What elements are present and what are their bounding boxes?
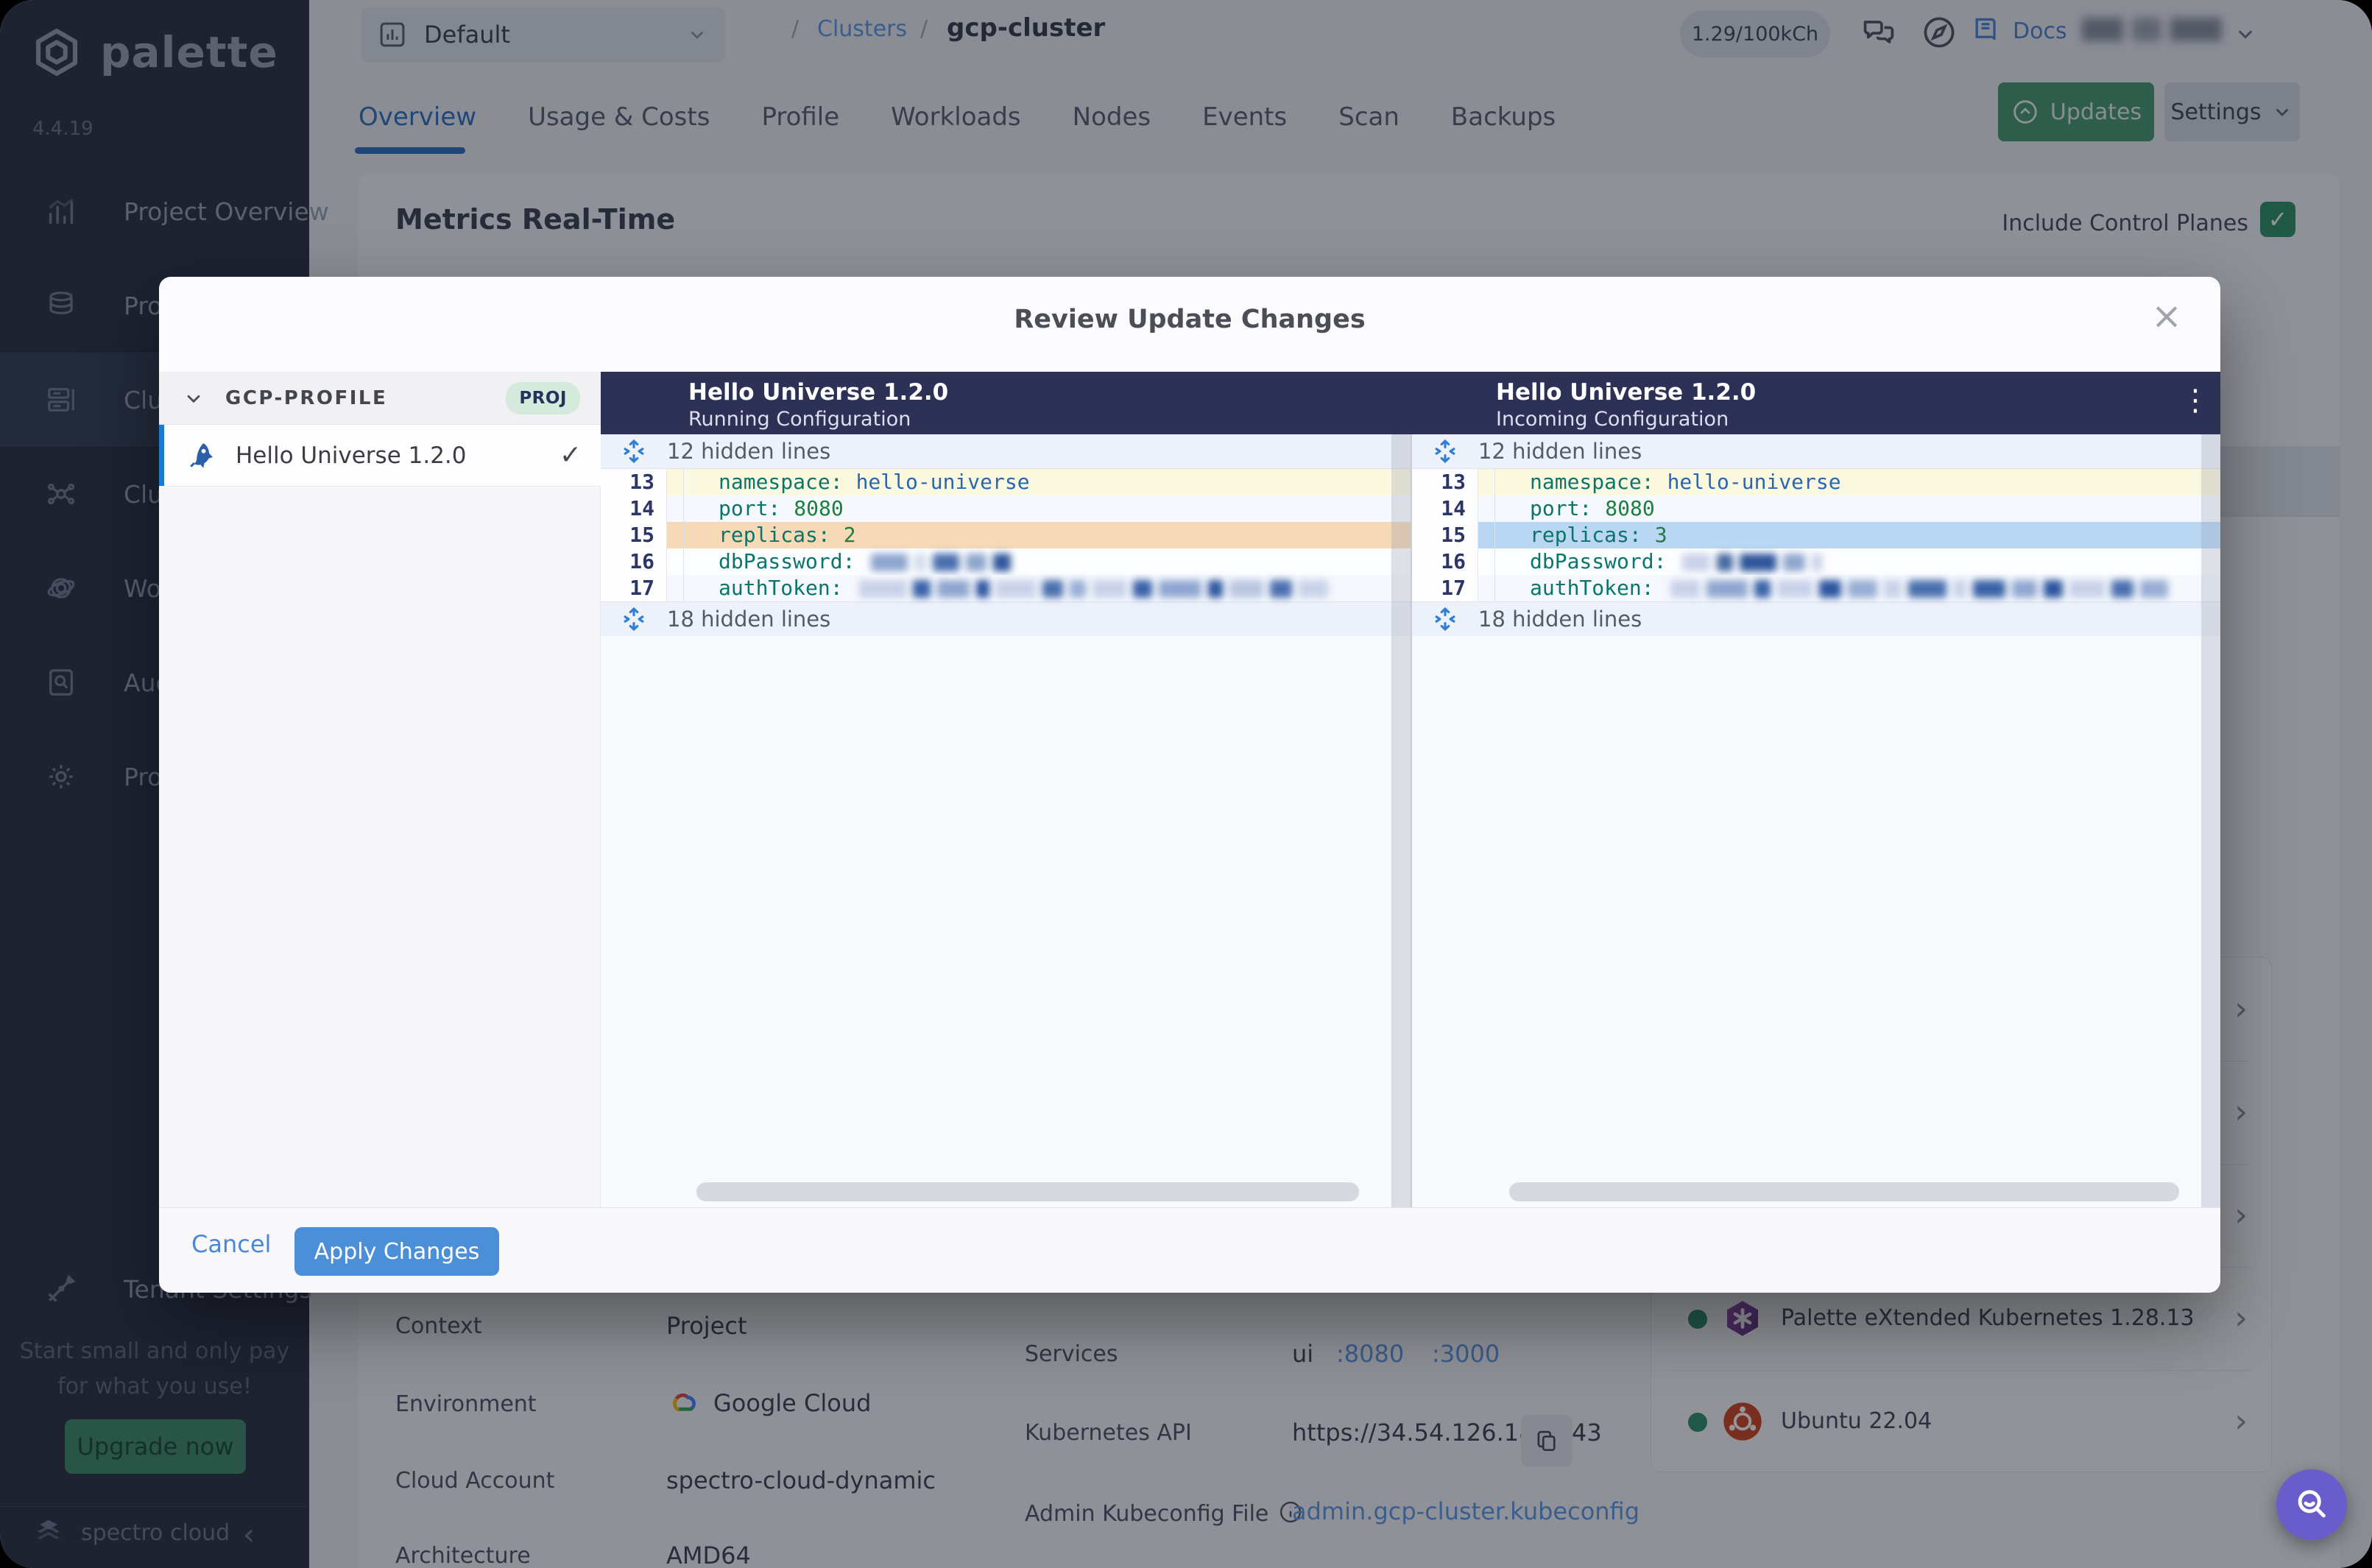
vertical-scrollbar[interactable]	[2201, 434, 2220, 1207]
line-number: 17	[1412, 575, 1478, 601]
yaml-key: port:	[719, 496, 781, 520]
line-number: 14	[601, 495, 667, 522]
close-icon[interactable]: ×	[2151, 297, 2182, 334]
scope-badge: PROJ	[506, 381, 580, 414]
diff-pane-running: 12 hidden lines 13 namespace: hello-unive…	[601, 434, 1411, 1207]
diff-code-area: 12 hidden lines 13 namespace: hello-unive…	[601, 434, 2220, 1207]
search-smile-icon	[2298, 1490, 2326, 1518]
review-update-changes-modal: Review Update Changes × GCP-PROFILE PROJ…	[159, 277, 2220, 1293]
code-line: 13 namespace: hello-universe	[601, 469, 1411, 495]
line-number: 16	[1412, 548, 1478, 575]
code-line: 13 namespace: hello-universe	[1412, 469, 2220, 495]
code-line-changed: 15 replicas: 2	[601, 522, 1411, 548]
modal-title: Review Update Changes	[1014, 305, 1366, 334]
yaml-key: authToken:	[719, 576, 843, 600]
diff-header: Hello Universe 1.2.0 Running Configurati…	[601, 372, 2220, 434]
running-config-title: Hello Universe 1.2.0 Running Configurati…	[688, 379, 949, 431]
hidden-lines-row[interactable]: 12 hidden lines	[601, 434, 1411, 469]
horizontal-scrollbar[interactable]	[696, 1182, 1359, 1201]
line-number: 15	[1412, 522, 1478, 548]
yaml-value: hello-universe	[1667, 470, 1841, 494]
assistant-fab-button[interactable]	[2276, 1469, 2347, 1540]
screen: palette 4.4.19 Project Overview Profiles…	[0, 0, 2372, 1568]
incoming-config-title: Hello Universe 1.2.0 Incoming Configurat…	[1496, 379, 1757, 431]
unfold-icon[interactable]	[620, 605, 648, 633]
cancel-button[interactable]: Cancel	[191, 1230, 271, 1258]
code-line: 17 authToken:	[601, 575, 1411, 601]
diff-pane-incoming: 12 hidden lines 13 namespace: hello-unive…	[1412, 434, 2220, 1207]
profile-group-name: GCP-PROFILE	[225, 386, 388, 409]
yaml-value: 8080	[1605, 496, 1655, 520]
kebab-menu-icon[interactable]: ⋮	[2181, 384, 2210, 417]
code-line: 14 port: 8080	[1412, 495, 2220, 522]
redacted-value	[871, 553, 1012, 572]
line-number: 14	[1412, 495, 1478, 522]
redacted-value	[1670, 579, 2168, 598]
yaml-key: port:	[1530, 496, 1592, 520]
apply-changes-button[interactable]: Apply Changes	[294, 1227, 499, 1276]
profile-pack-item[interactable]: Hello Universe 1.2.0 ✓	[159, 425, 601, 487]
yaml-value: hello-universe	[855, 470, 1030, 494]
unfold-icon[interactable]	[1431, 437, 1459, 465]
code-line: 14 port: 8080	[601, 495, 1411, 522]
hidden-lines-row[interactable]: 12 hidden lines	[1412, 434, 2220, 469]
line-number: 15	[601, 522, 667, 548]
line-number: 16	[601, 548, 667, 575]
check-icon: ✓	[559, 440, 582, 470]
yaml-key: dbPassword:	[719, 549, 855, 573]
profile-group-header[interactable]: GCP-PROFILE PROJ	[159, 372, 601, 425]
code-line-changed: 15 replicas: 3	[1412, 522, 2220, 548]
yaml-key: namespace:	[1530, 470, 1654, 494]
redacted-value	[1682, 553, 1823, 572]
redacted-value	[858, 579, 1328, 598]
yaml-key: authToken:	[1530, 576, 1654, 600]
unfold-icon[interactable]	[1431, 605, 1459, 633]
modal-profile-panel: GCP-PROFILE PROJ Hello Universe 1.2.0 ✓	[159, 372, 601, 1207]
yaml-key: replicas:	[719, 523, 830, 547]
code-line: 16 dbPassword:	[601, 548, 1411, 575]
chevron-down-icon	[187, 394, 200, 403]
yaml-value: 3	[1654, 523, 1667, 547]
unfold-icon[interactable]	[620, 437, 648, 465]
selected-indicator	[159, 425, 164, 486]
line-number: 13	[1412, 469, 1478, 495]
code-line: 16 dbPassword:	[1412, 548, 2220, 575]
yaml-key: replicas:	[1530, 523, 1642, 547]
hidden-lines-row[interactable]: 18 hidden lines	[601, 601, 1411, 636]
modal-footer: Cancel Apply Changes	[159, 1207, 2220, 1293]
yaml-value: 2	[843, 523, 856, 547]
vertical-scrollbar[interactable]	[1391, 434, 1411, 1207]
yaml-key: dbPassword:	[1530, 549, 1667, 573]
code-line: 17 authToken:	[1412, 575, 2220, 601]
line-number: 17	[601, 575, 667, 601]
line-number: 13	[601, 469, 667, 495]
yaml-key: namespace:	[719, 470, 843, 494]
yaml-value: 8080	[794, 496, 844, 520]
hidden-lines-row[interactable]: 18 hidden lines	[1412, 601, 2220, 636]
rocket-icon	[190, 442, 213, 468]
horizontal-scrollbar[interactable]	[1509, 1182, 2179, 1201]
profile-pack-name: Hello Universe 1.2.0	[236, 442, 467, 469]
